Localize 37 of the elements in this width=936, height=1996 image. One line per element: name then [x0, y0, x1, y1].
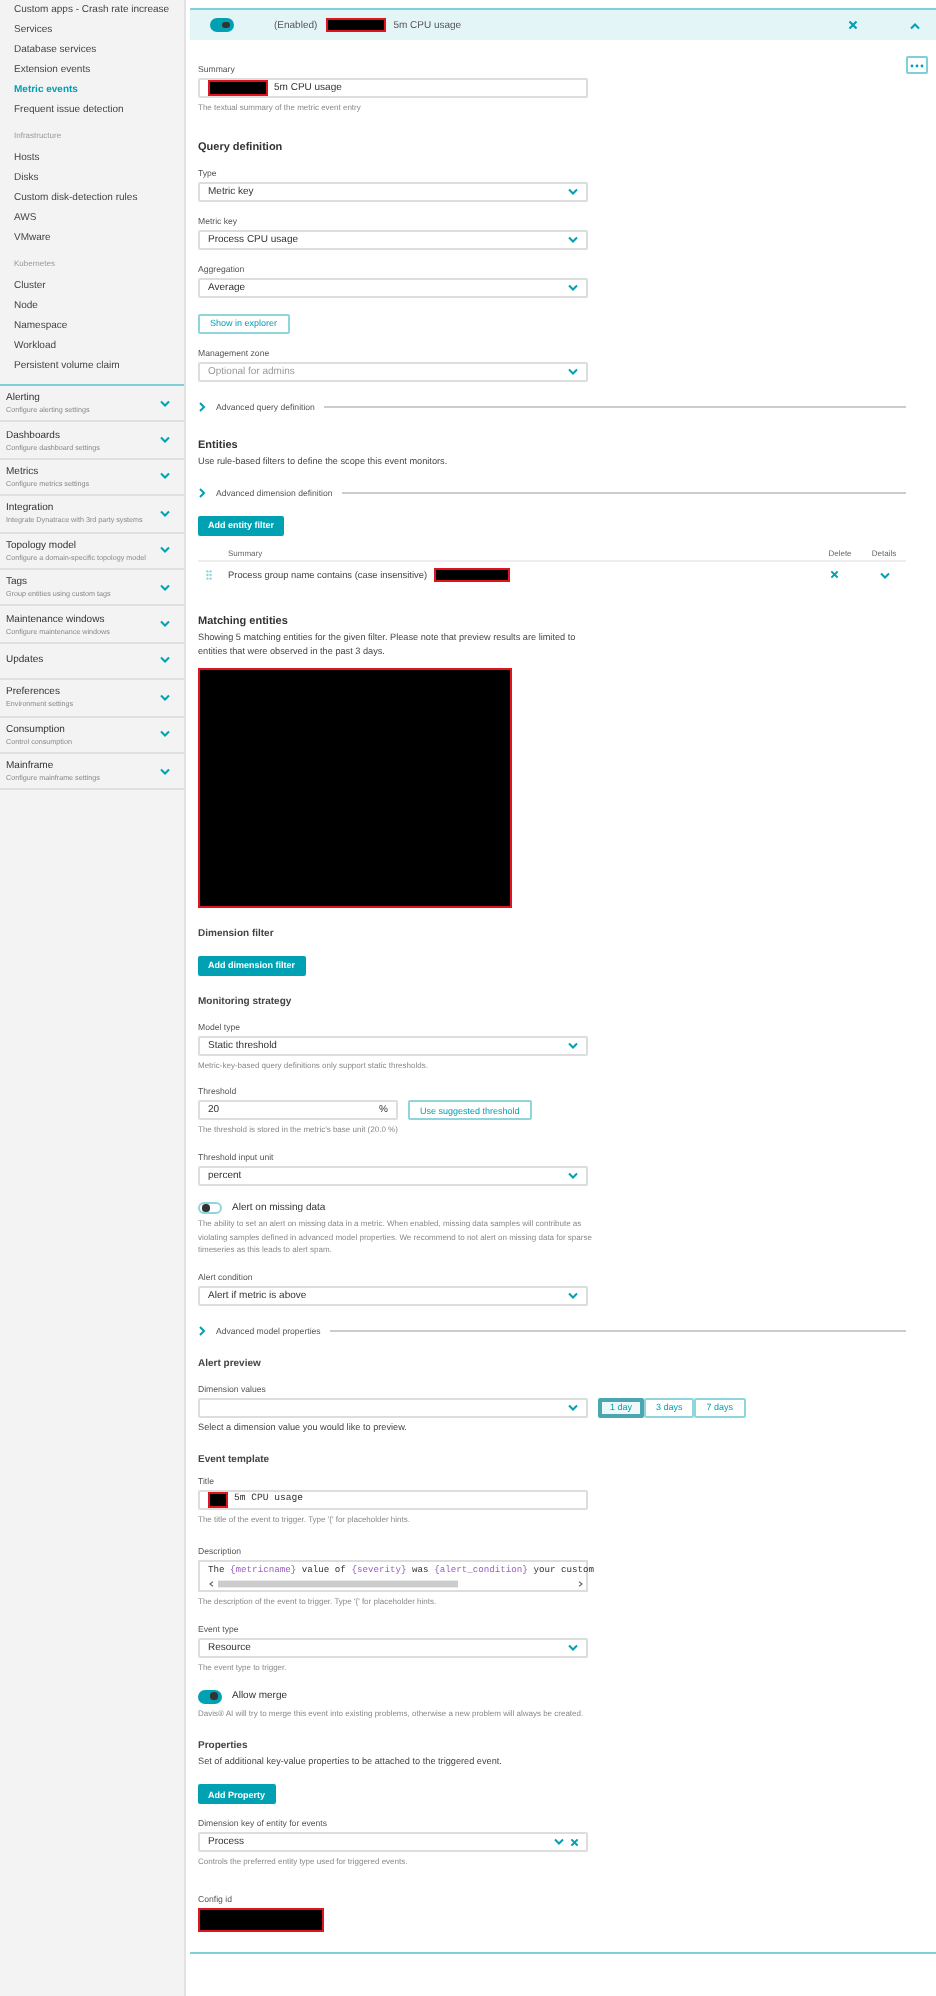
chevron-down-icon	[160, 509, 170, 518]
chevron-down-icon	[160, 583, 170, 592]
chevron-down-icon	[879, 571, 889, 579]
chevron-down-icon	[160, 767, 170, 776]
chevron-down-icon	[568, 1643, 578, 1651]
chevron-down-icon	[160, 730, 170, 739]
chevron-down-icon	[568, 1171, 578, 1179]
close-icon[interactable]	[829, 570, 839, 580]
chevron-down-icon	[568, 1403, 578, 1411]
chevron-down-icon	[568, 1041, 578, 1049]
chevron-down-icon	[160, 399, 170, 408]
chevron-down-icon	[568, 283, 578, 291]
close-icon[interactable]	[569, 1837, 578, 1847]
chevron-down-icon	[160, 436, 170, 445]
chevron-down-icon	[160, 546, 170, 555]
chevron-down-icon	[553, 1838, 563, 1846]
chevron-down-icon	[568, 1291, 578, 1299]
chevron-right-icon[interactable]	[198, 487, 206, 497]
chevron-right-icon[interactable]	[198, 401, 206, 411]
toggle-switch[interactable]	[198, 1201, 222, 1214]
chevron-down-icon	[160, 693, 170, 702]
chevron-down-icon	[568, 187, 578, 195]
chevron-down-icon	[568, 235, 578, 243]
chevron-down-icon	[160, 620, 170, 629]
chevron-down-icon	[160, 472, 170, 481]
horizontal-scrollbar[interactable]	[208, 1580, 584, 1588]
chevron-right-icon[interactable]	[198, 1325, 206, 1335]
chevron-down-icon	[160, 656, 170, 665]
more-options-button[interactable]	[906, 56, 928, 74]
redaction-block	[198, 1907, 324, 1931]
toggle-switch[interactable]	[198, 1690, 222, 1703]
select-field[interactable]	[198, 1397, 588, 1417]
close-icon[interactable]	[848, 20, 858, 30]
drag-handle-icon[interactable]	[206, 570, 212, 580]
chevron-up-icon	[910, 21, 920, 29]
toggle-switch[interactable]	[210, 18, 234, 32]
chevron-down-icon	[568, 367, 578, 375]
